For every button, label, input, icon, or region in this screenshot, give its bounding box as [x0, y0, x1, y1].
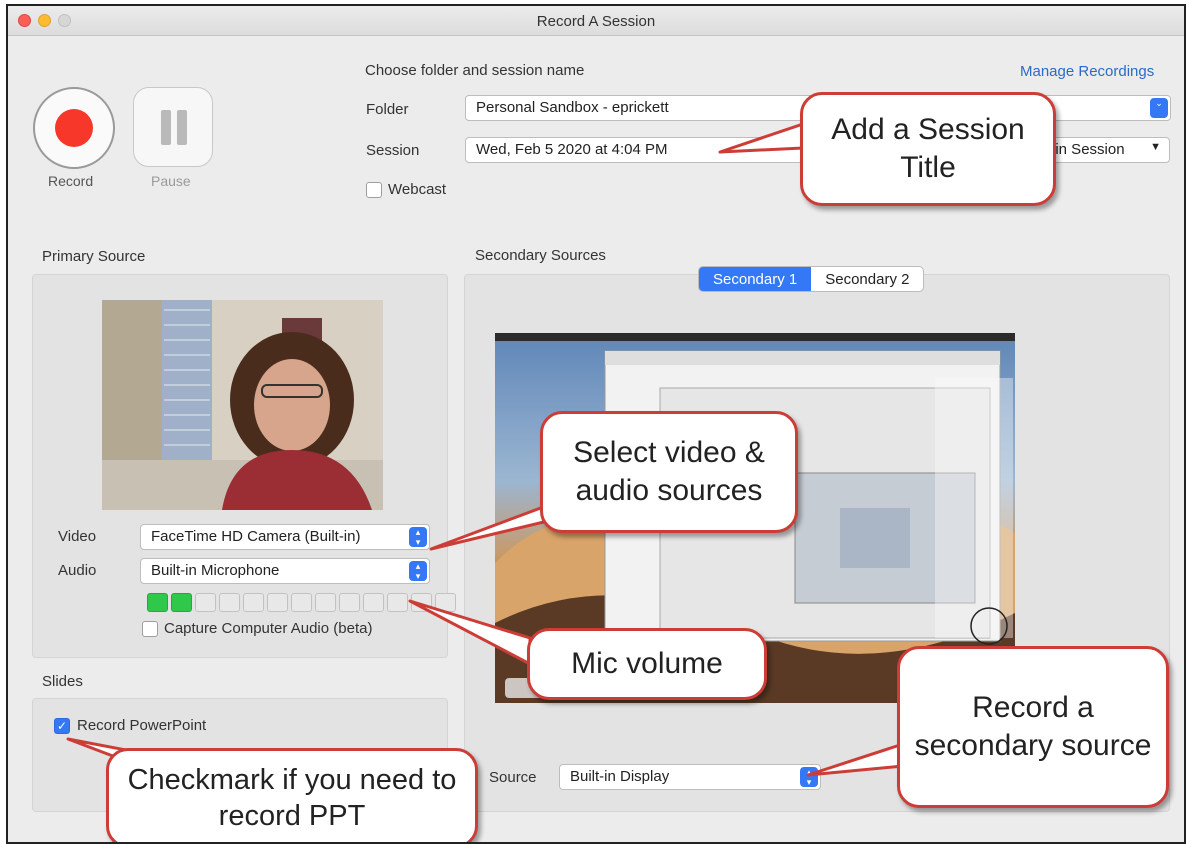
callout-mic-volume: Mic volume — [527, 628, 767, 700]
callout-video-audio: Select video & audio sources — [540, 411, 798, 533]
callout-secondary-source: Record a secondary source — [897, 646, 1169, 808]
callout-session-title: Add a Session Title — [800, 92, 1056, 206]
record-session-window: Record A Session Record Pause Choose fol… — [6, 4, 1186, 844]
callout-record-ppt: Checkmark if you need to record PPT — [106, 748, 478, 842]
